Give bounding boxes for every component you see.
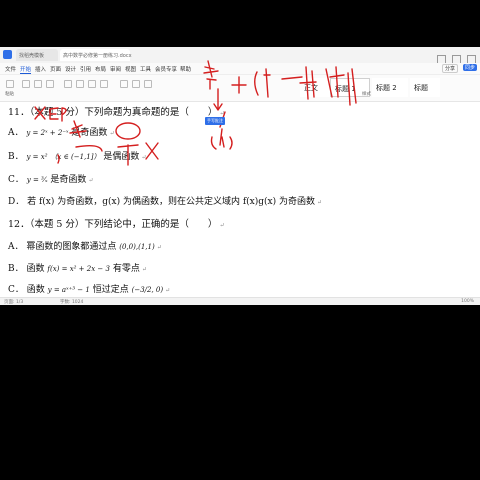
ink-yizhi	[281, 66, 317, 100]
ink-panduan	[325, 66, 357, 106]
ink-bracket	[57, 154, 60, 164]
ink-curve	[75, 144, 103, 152]
ink-qi-small	[69, 120, 87, 138]
ink-plus	[231, 76, 247, 94]
ink-circle-a	[115, 122, 141, 140]
ink-t	[117, 144, 139, 166]
ink-x	[145, 142, 159, 160]
handwriting-overlay	[34, 60, 357, 166]
word-processor-window: 找稻壳模板 高中数学必修第一册练习.docx 文件 开始 插入 页面 设计 引用…	[0, 47, 480, 305]
ink-f	[254, 68, 271, 98]
ink-xep	[34, 106, 67, 122]
ink-u	[210, 136, 233, 150]
ink-popup[interactable]: 手写批注	[205, 117, 225, 125]
ink-stroke-qi	[203, 60, 219, 90]
ink-arrow	[213, 88, 223, 111]
